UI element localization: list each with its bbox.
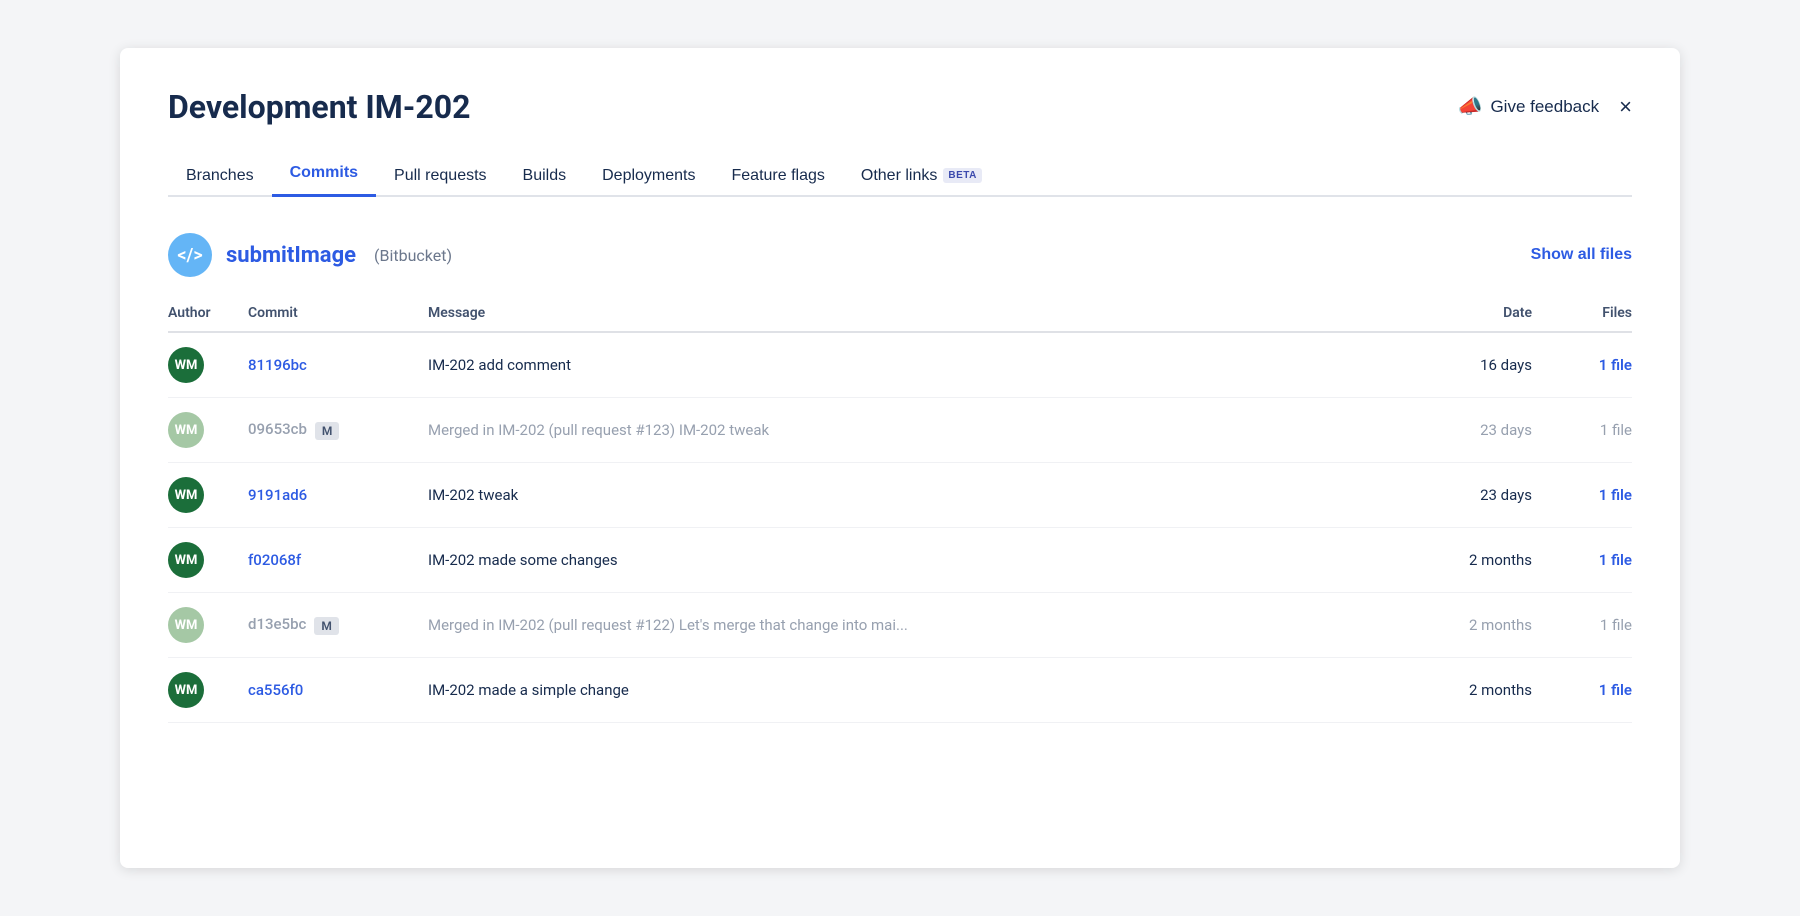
message-cell-2: IM-202 tweak bbox=[428, 463, 1392, 528]
table-row: WM ca556f0 IM-202 made a simple change 2 mo… bbox=[168, 658, 1632, 723]
main-panel: Development IM-202 📣 Give feedback × Bra… bbox=[120, 48, 1680, 868]
commit-message: IM-202 made a simple change bbox=[428, 681, 629, 699]
repo-info: </> submitImage (Bitbucket) bbox=[168, 233, 452, 277]
tab-feature-flags[interactable]: Feature flags bbox=[714, 157, 843, 197]
files-cell-3[interactable]: 1 file bbox=[1532, 528, 1632, 593]
repo-name: submitImage bbox=[226, 243, 356, 268]
message-cell-3: IM-202 made some changes bbox=[428, 528, 1392, 593]
files-cell-4[interactable]: 1 file bbox=[1532, 593, 1632, 658]
commit-cell-2: 9191ad6 bbox=[248, 463, 428, 528]
beta-badge: BETA bbox=[943, 168, 981, 183]
col-header-commit: Commit bbox=[248, 297, 428, 332]
message-cell-1: Merged in IM-202 (pull request #123) IM-… bbox=[428, 398, 1392, 463]
commit-hash-link[interactable]: ca556f0 bbox=[248, 681, 303, 699]
avatar: WM bbox=[168, 347, 204, 383]
author-cell-4: WM bbox=[168, 593, 248, 658]
merge-badge: M bbox=[315, 422, 340, 440]
panel-title: Development IM-202 bbox=[168, 88, 470, 126]
commit-message: IM-202 tweak bbox=[428, 486, 518, 504]
message-cell-0: IM-202 add comment bbox=[428, 332, 1392, 398]
commit-hash-link[interactable]: f02068f bbox=[248, 551, 301, 569]
commit-message: IM-202 add comment bbox=[428, 356, 571, 374]
table-row: WM 81196bc IM-202 add comment 16 days1 file bbox=[168, 332, 1632, 398]
commit-cell-4: d13e5bc M bbox=[248, 593, 428, 658]
author-cell-0: WM bbox=[168, 332, 248, 398]
date-cell-5: 2 months bbox=[1392, 658, 1532, 723]
panel-header: Development IM-202 📣 Give feedback × bbox=[168, 88, 1632, 126]
table-row: WM 09653cb M Merged in IM-202 (pull request… bbox=[168, 398, 1632, 463]
tab-pull-requests[interactable]: Pull requests bbox=[376, 157, 505, 197]
tab-builds[interactable]: Builds bbox=[505, 157, 585, 197]
commit-cell-1: 09653cb M bbox=[248, 398, 428, 463]
repo-section: </> submitImage (Bitbucket) Show all fil… bbox=[168, 233, 1632, 723]
date-cell-0: 16 days bbox=[1392, 332, 1532, 398]
close-button[interactable]: × bbox=[1619, 96, 1632, 118]
avatar: WM bbox=[168, 412, 204, 448]
date-cell-2: 23 days bbox=[1392, 463, 1532, 528]
files-cell-2[interactable]: 1 file bbox=[1532, 463, 1632, 528]
commit-message: IM-202 made some changes bbox=[428, 551, 618, 569]
tab-commits[interactable]: Commits bbox=[272, 154, 376, 197]
col-header-files: Files bbox=[1532, 297, 1632, 332]
commit-cell-0: 81196bc bbox=[248, 332, 428, 398]
show-all-files-button[interactable]: Show all files bbox=[1531, 246, 1632, 264]
repo-source: (Bitbucket) bbox=[374, 246, 452, 265]
date-cell-4: 2 months bbox=[1392, 593, 1532, 658]
avatar: WM bbox=[168, 477, 204, 513]
commits-table: Author Commit Message Date Files WM 81196… bbox=[168, 297, 1632, 723]
author-cell-2: WM bbox=[168, 463, 248, 528]
commit-cell-5: ca556f0 bbox=[248, 658, 428, 723]
merge-badge: M bbox=[314, 617, 339, 635]
tab-other-links[interactable]: Other linksBETA bbox=[843, 157, 1000, 197]
avatar: WM bbox=[168, 542, 204, 578]
table-row: WM 9191ad6 IM-202 tweak 23 days1 file bbox=[168, 463, 1632, 528]
commit-message: Merged in IM-202 (pull request #122) Let… bbox=[428, 616, 908, 634]
message-cell-5: IM-202 made a simple change bbox=[428, 658, 1392, 723]
files-cell-5[interactable]: 1 file bbox=[1532, 658, 1632, 723]
author-cell-5: WM bbox=[168, 658, 248, 723]
col-header-message: Message bbox=[428, 297, 1392, 332]
message-cell-4: Merged in IM-202 (pull request #122) Let… bbox=[428, 593, 1392, 658]
author-cell-3: WM bbox=[168, 528, 248, 593]
megaphone-icon: 📣 bbox=[1458, 94, 1483, 119]
give-feedback-label: Give feedback bbox=[1490, 97, 1599, 117]
give-feedback-button[interactable]: 📣 Give feedback bbox=[1458, 94, 1600, 119]
commit-cell-3: f02068f bbox=[248, 528, 428, 593]
repo-header: </> submitImage (Bitbucket) Show all fil… bbox=[168, 233, 1632, 277]
tabs-nav: BranchesCommitsPull requestsBuildsDeploy… bbox=[168, 154, 1632, 197]
avatar: WM bbox=[168, 607, 204, 643]
files-cell-1[interactable]: 1 file bbox=[1532, 398, 1632, 463]
commits-table-body: WM81196bcIM-202 add comment16 days1 file… bbox=[168, 332, 1632, 723]
commits-table-header: Author Commit Message Date Files bbox=[168, 297, 1632, 332]
commit-hash-link[interactable]: 9191ad6 bbox=[248, 486, 307, 504]
commit-message: Merged in IM-202 (pull request #123) IM-… bbox=[428, 421, 769, 439]
col-header-date: Date bbox=[1392, 297, 1532, 332]
col-header-author: Author bbox=[168, 297, 248, 332]
files-cell-0[interactable]: 1 file bbox=[1532, 332, 1632, 398]
repo-icon: </> bbox=[168, 233, 212, 277]
tab-deployments[interactable]: Deployments bbox=[584, 157, 713, 197]
author-cell-1: WM bbox=[168, 398, 248, 463]
avatar: WM bbox=[168, 672, 204, 708]
date-cell-3: 2 months bbox=[1392, 528, 1532, 593]
commit-hash-link[interactable]: 81196bc bbox=[248, 356, 307, 374]
commit-hash-link[interactable]: 09653cb bbox=[248, 420, 307, 438]
header-actions: 📣 Give feedback × bbox=[1458, 94, 1632, 119]
commit-hash-link[interactable]: d13e5bc bbox=[248, 615, 306, 633]
tab-branches[interactable]: Branches bbox=[168, 157, 272, 197]
date-cell-1: 23 days bbox=[1392, 398, 1532, 463]
table-row: WM f02068f IM-202 made some changes 2 month… bbox=[168, 528, 1632, 593]
repo-icon-text: </> bbox=[177, 245, 202, 266]
table-row: WM d13e5bc M Merged in IM-202 (pull request… bbox=[168, 593, 1632, 658]
